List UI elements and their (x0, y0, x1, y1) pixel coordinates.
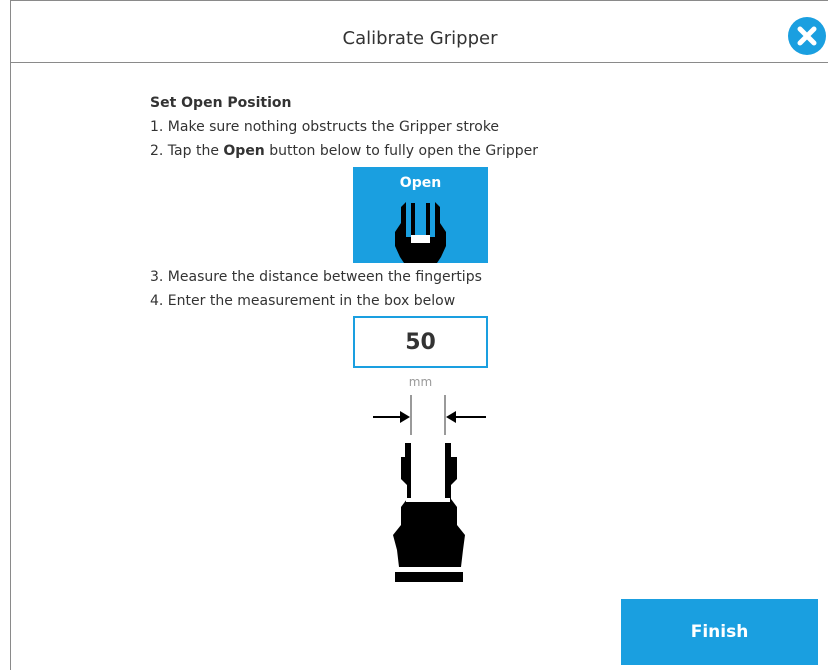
measurement-input[interactable] (353, 316, 488, 368)
dialog-header: Calibrate Gripper (11, 1, 828, 63)
step-4: 4. Enter the measurement in the box belo… (150, 293, 456, 309)
step-3: 3. Measure the distance between the fing… (150, 269, 482, 285)
step-2-suffix: button below to fully open the Gripper (264, 143, 538, 159)
step-2-prefix: 2. Tap the (150, 143, 224, 159)
close-icon (797, 26, 817, 46)
unit-label: mm (408, 375, 433, 389)
step-2: 2. Tap the Open button below to fully op… (150, 143, 538, 159)
finish-button[interactable]: Finish (621, 599, 818, 665)
gripper-measurement-diagram (373, 395, 486, 582)
open-gripper-button[interactable]: Open (353, 167, 488, 263)
gripper-open-icon (395, 202, 446, 263)
close-button[interactable] (788, 17, 826, 55)
section-heading: Set Open Position (150, 95, 292, 111)
step-1: 1. Make sure nothing obstructs the Gripp… (150, 119, 500, 135)
step-2-bold: Open (223, 143, 265, 159)
dialog-title: Calibrate Gripper (342, 28, 498, 49)
